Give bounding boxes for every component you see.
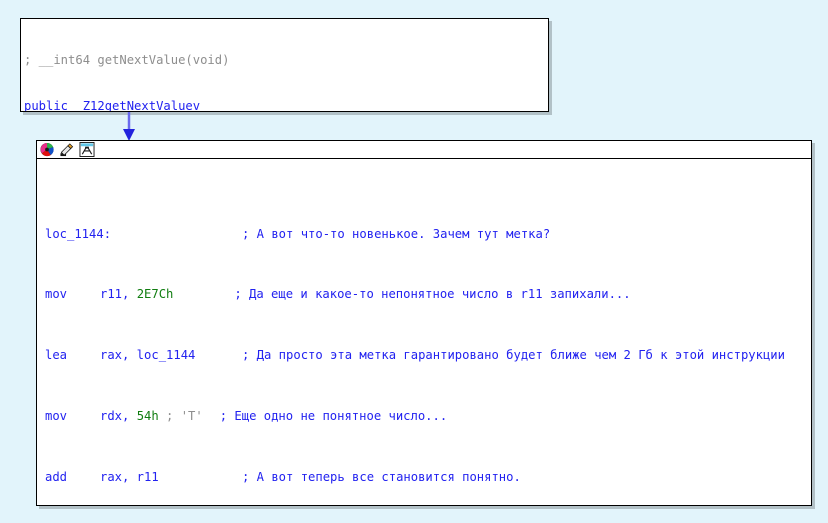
instruction-immediate: 54h	[136, 409, 159, 423]
instruction-mnemonic: lea	[45, 348, 68, 363]
node-toolbar[interactable]	[37, 141, 811, 159]
instruction-mnemonic: add	[45, 469, 68, 484]
instruction-mnemonic: mov	[45, 409, 68, 423]
code-line-text: public _Z12getNextValuev	[24, 99, 201, 112]
code-line[interactable]: mov rdx, 54h ; 'T' ; Еще одно не понятное …	[45, 409, 811, 424]
body-node-code[interactable]: loc_1144: ; А вот что-то новенькое. Зачем…	[37, 159, 811, 505]
entry-node[interactable]: ; __int64 getNextValue(void) public _Z12…	[20, 18, 549, 112]
instruction-comment: ; Да просто эта метка гарантировано буде…	[242, 348, 785, 363]
code-label: loc_1144:	[45, 226, 112, 241]
instruction-comment: ; Еще одно не понятное число...	[219, 409, 448, 423]
color-wheel-icon[interactable]	[39, 142, 55, 157]
flow-arrow	[123, 112, 135, 141]
instruction-operands: rax, r11	[100, 469, 159, 484]
code-line[interactable]: ; __int64 getNextValue(void)	[24, 53, 548, 68]
graph-overview-icon[interactable]	[79, 142, 95, 157]
code-line-text: ; __int64 getNextValue(void)	[24, 53, 230, 68]
instruction-comment: ; Да еще и какое-то непонятное число в r…	[234, 287, 631, 302]
instruction-mnemonic: mov	[45, 287, 68, 302]
instruction-operands: r11,	[100, 287, 137, 302]
code-line[interactable]: add rax, r11 ; А вот теперь все становится…	[45, 470, 811, 485]
instruction-operands: rdx,	[100, 409, 137, 423]
instruction-char-literal: ; 'T'	[158, 409, 203, 423]
code-line[interactable]: lea rax, loc_1144 ; Да просто эта метка га…	[45, 348, 811, 363]
instruction-operands: rax, loc_1144	[100, 348, 196, 363]
code-line[interactable]: loc_1144: ; А вот что-то новенькое. Зачем…	[45, 227, 811, 242]
instruction-comment: ; А вот теперь все становится понятно.	[242, 469, 521, 484]
body-node[interactable]: loc_1144: ; А вот что-то новенькое. Зачем…	[36, 140, 812, 506]
code-line[interactable]: public _Z12getNextValuev	[24, 99, 548, 112]
entry-node-code[interactable]: ; __int64 getNextValue(void) public _Z12…	[21, 19, 548, 112]
instruction-comment: ; А вот что-то новенькое. Зачем тут метк…	[242, 226, 551, 241]
code-line[interactable]: mov r11, 2E7Ch ; Да еще и какое-то непонят…	[45, 287, 811, 302]
instruction-immediate: 2E7Ch	[136, 287, 174, 302]
pencil-edit-icon[interactable]	[59, 142, 75, 157]
